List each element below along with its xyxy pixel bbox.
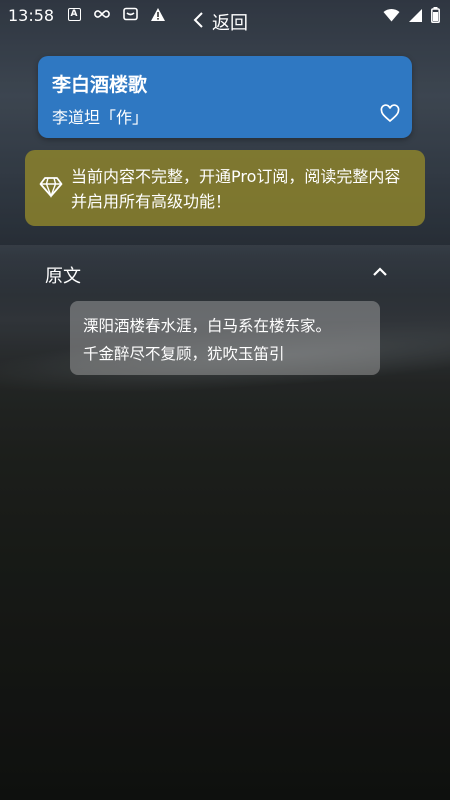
poem-title: 李白酒楼歌: [52, 74, 148, 96]
back-button[interactable]: 返回: [192, 10, 248, 34]
pro-subscription-banner[interactable]: 当前内容不完整，开通Pro订阅，阅读完整内容并启用所有高级功能！: [25, 150, 425, 226]
warning-icon: [150, 6, 166, 22]
poem-line: 千金醉尽不复顾，犹吹玉笛引: [83, 345, 285, 363]
poem-author: 李道坦「作」: [52, 108, 149, 127]
chevron-up-icon[interactable]: [371, 263, 389, 281]
battery-icon: [431, 7, 440, 27]
status-icons-left: A: [66, 6, 166, 22]
pro-banner-text: 当前内容不完整，开通Pro订阅，阅读完整内容并启用所有高级功能！: [71, 167, 401, 211]
back-label: 返回: [212, 13, 248, 34]
poem-title-card: 李白酒楼歌 李道坦「作」: [38, 56, 412, 138]
chevron-left-icon: [192, 11, 204, 34]
poem-line: 溧阳酒楼春水涯，白马系在楼东家。: [83, 317, 332, 335]
link-icon: [94, 6, 110, 22]
wifi-icon: [383, 8, 400, 26]
section-title-original: 原文: [45, 266, 81, 287]
a-icon: A: [66, 6, 82, 22]
message-icon: [122, 6, 138, 22]
heart-icon[interactable]: [380, 104, 400, 124]
poem-content-box: 溧阳酒楼春水涯，白马系在楼东家。 千金醉尽不复顾，犹吹玉笛引: [70, 301, 380, 375]
status-icons-right: [383, 7, 440, 27]
status-time: 13:58: [8, 6, 55, 25]
signal-icon: [408, 8, 423, 27]
diamond-icon: [39, 176, 63, 198]
